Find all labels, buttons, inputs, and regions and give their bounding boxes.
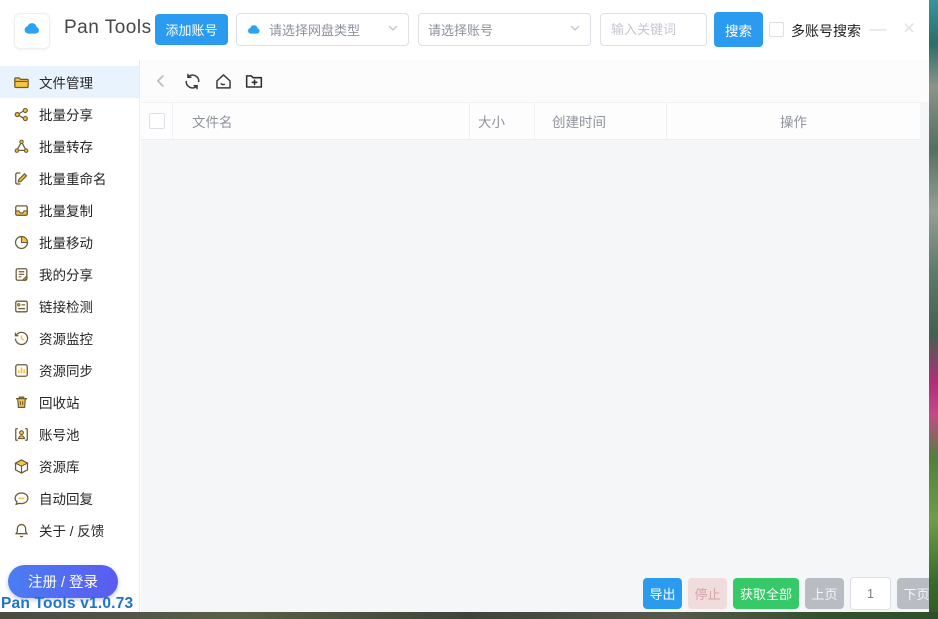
sidebar-item-recycle-bin[interactable]: 回收站 xyxy=(0,386,139,418)
sync-chart-icon xyxy=(13,362,30,379)
column-created[interactable]: 创建时间 xyxy=(534,103,666,139)
transfer-icon xyxy=(13,138,30,155)
stop-button[interactable]: 停止 xyxy=(688,578,727,609)
export-button[interactable]: 导出 xyxy=(643,578,682,609)
sidebar-item-label: 资源库 xyxy=(39,460,80,475)
sidebar-item-label: 批量重命名 xyxy=(39,172,107,187)
refresh-icon[interactable] xyxy=(181,70,203,92)
app-header: Pan Tools 添加账号 请选择网盘类型 请选择账号 搜索 多账号搜索 — … xyxy=(0,0,930,60)
my-share-doc-icon xyxy=(13,266,30,283)
drive-type-placeholder: 请选择网盘类型 xyxy=(269,23,361,38)
sidebar-item-label: 链接检测 xyxy=(39,300,93,315)
sidebar-item-resource-library[interactable]: 资源库 xyxy=(0,450,139,482)
back-button[interactable] xyxy=(150,70,172,92)
sidebar-item-link-check[interactable]: 链接检测 xyxy=(0,290,139,322)
sidebar-item-file-manager[interactable]: 文件管理 xyxy=(0,66,139,98)
app-logo xyxy=(14,13,50,49)
auto-reply-icon xyxy=(13,490,30,507)
sidebar-item-label: 资源监控 xyxy=(39,332,93,347)
sidebar-item-account-pool[interactable]: 账号池 xyxy=(0,418,139,450)
drive-type-select[interactable]: 请选择网盘类型 xyxy=(236,13,409,46)
minimize-button[interactable]: — xyxy=(866,17,890,41)
chevron-down-icon xyxy=(387,21,399,39)
prev-page-button[interactable]: 上页 xyxy=(805,578,844,609)
sidebar-menu: 文件管理 批量分享 批量转存 批量重命名 批量复制 批量移动 我的分享 链接检测… xyxy=(0,60,139,546)
column-operations[interactable]: 操作 xyxy=(666,103,920,139)
sidebar-item-label: 我的分享 xyxy=(39,268,93,283)
keyword-input[interactable] xyxy=(600,13,707,46)
link-check-icon xyxy=(13,298,30,315)
sidebar: 文件管理 批量分享 批量转存 批量重命名 批量复制 批量移动 我的分享 链接检测… xyxy=(0,60,140,612)
sidebar-item-label: 批量转存 xyxy=(39,140,93,155)
account-select[interactable]: 请选择账号 xyxy=(418,13,591,46)
select-all-cell xyxy=(141,103,172,139)
sidebar-item-label: 文件管理 xyxy=(39,76,93,91)
column-size[interactable]: 大小 xyxy=(469,103,534,139)
close-button[interactable]: × xyxy=(896,16,922,42)
library-cube-icon xyxy=(13,458,30,475)
search-button[interactable]: 搜索 xyxy=(714,12,763,47)
sidebar-item-resource-sync[interactable]: 资源同步 xyxy=(0,354,139,386)
monitor-clock-icon xyxy=(13,330,30,347)
sidebar-item-label: 批量移动 xyxy=(39,236,93,251)
column-filename[interactable]: 文件名 xyxy=(172,103,469,139)
app-title: Pan Tools xyxy=(64,17,152,38)
sidebar-item-resource-monitor[interactable]: 资源监控 xyxy=(0,322,139,354)
account-pool-icon xyxy=(13,426,30,443)
table-header: 文件名 大小 创建时间 操作 xyxy=(141,102,920,140)
sidebar-item-about-feedback[interactable]: 关于 / 反馈 xyxy=(0,514,139,546)
chevron-down-icon xyxy=(569,21,581,39)
cloud-icon xyxy=(246,22,262,38)
page-number-input[interactable] xyxy=(850,577,891,610)
fetch-all-button[interactable]: 获取全部 xyxy=(733,578,799,609)
multi-account-label: 多账号搜索 xyxy=(791,23,861,39)
add-account-button[interactable]: 添加账号 xyxy=(155,14,228,45)
share-nodes-icon xyxy=(13,106,30,123)
copy-inbox-icon xyxy=(13,202,30,219)
sidebar-item-batch-transfer[interactable]: 批量转存 xyxy=(0,130,139,162)
bell-icon xyxy=(13,522,30,539)
desktop-wallpaper-right-edge xyxy=(929,0,938,619)
sidebar-item-label: 自动回复 xyxy=(39,492,93,507)
sidebar-item-my-shares[interactable]: 我的分享 xyxy=(0,258,139,290)
sidebar-item-label: 批量分享 xyxy=(39,108,93,123)
sidebar-item-label: 批量复制 xyxy=(39,204,93,219)
register-login-button[interactable]: 注册 / 登录 xyxy=(8,565,118,598)
file-toolbar xyxy=(141,60,930,102)
rename-pen-icon xyxy=(13,170,30,187)
sidebar-item-label: 回收站 xyxy=(39,396,80,411)
main-content-area xyxy=(141,60,930,612)
multi-account-checkbox[interactable] xyxy=(769,22,784,37)
sidebar-item-label: 账号池 xyxy=(39,428,80,443)
folder-icon xyxy=(13,74,30,91)
app-window: Pan Tools 添加账号 请选择网盘类型 请选择账号 搜索 多账号搜索 — … xyxy=(0,0,936,612)
select-all-checkbox[interactable] xyxy=(148,113,165,129)
home-icon[interactable] xyxy=(212,70,234,92)
cloud-icon xyxy=(22,19,42,44)
pagination-bar: 导出 停止 获取全部 上页 下页 xyxy=(643,577,936,610)
account-placeholder: 请选择账号 xyxy=(428,23,494,38)
sidebar-item-label: 关于 / 反馈 xyxy=(39,524,105,539)
sidebar-item-label: 资源同步 xyxy=(39,364,93,379)
sidebar-item-batch-share[interactable]: 批量分享 xyxy=(0,98,139,130)
folder-plus-icon[interactable] xyxy=(243,70,265,92)
sidebar-item-auto-reply[interactable]: 自动回复 xyxy=(0,482,139,514)
trash-icon xyxy=(13,394,30,411)
sidebar-item-batch-copy[interactable]: 批量复制 xyxy=(0,194,139,226)
sidebar-item-batch-move[interactable]: 批量移动 xyxy=(0,226,139,258)
move-pie-icon xyxy=(13,234,30,251)
app-version: Pan Tools v1.0.73 xyxy=(1,595,134,612)
sidebar-item-batch-rename[interactable]: 批量重命名 xyxy=(0,162,139,194)
desktop-wallpaper-bottom-edge xyxy=(0,612,938,619)
